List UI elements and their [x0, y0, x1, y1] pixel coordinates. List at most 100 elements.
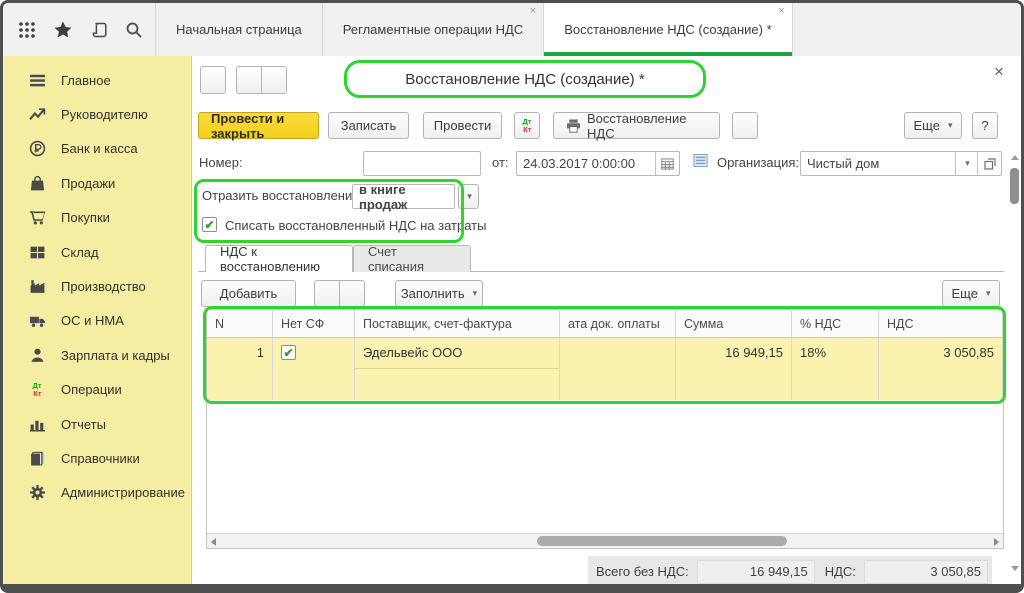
list-icon[interactable] — [693, 153, 708, 168]
chevron-down-icon: ▾ — [473, 288, 478, 299]
sidebar-item-operations[interactable]: ДтКт Операции — [3, 373, 191, 407]
tab-home-page[interactable]: Начальная страница — [155, 3, 322, 56]
print-vat-restore-button[interactable]: Восстановление НДС — [553, 112, 720, 139]
cell-supplier[interactable]: Эдельвейс ООО — [355, 338, 560, 400]
post-button[interactable]: Провести — [423, 112, 502, 139]
open-item-icon[interactable] — [977, 152, 1001, 175]
col-no-invoice[interactable]: Нет СФ — [273, 310, 355, 337]
search-icon[interactable] — [125, 20, 143, 40]
sidebar-item-manager[interactable]: Руководителю — [3, 97, 191, 131]
calendar-icon[interactable] — [655, 152, 679, 175]
col-supplier[interactable]: Поставщик, счет-фактура — [355, 310, 560, 337]
menu-lines-icon — [28, 71, 46, 89]
close-form-icon[interactable]: × — [994, 62, 1004, 82]
menu-grid-icon[interactable] — [18, 20, 36, 40]
total-vat-label: НДС: — [825, 564, 856, 579]
close-tab-icon[interactable]: × — [778, 6, 784, 17]
sidebar-item-label: Покупки — [61, 210, 110, 225]
sidebar-item-sales[interactable]: Продажи — [3, 166, 191, 200]
cell-vat[interactable]: 3 050,85 — [879, 338, 1003, 400]
report-document-button[interactable] — [732, 112, 758, 139]
toolbar-more-button[interactable]: Еще▾ — [904, 112, 962, 139]
write-button[interactable]: Записать — [328, 112, 409, 139]
totals-bar: Всего без НДС: 16 949,15 НДС: 3 050,85 — [588, 556, 992, 585]
scroll-right-icon[interactable] — [994, 538, 999, 546]
move-row-down-button[interactable] — [339, 280, 365, 307]
horizontal-scroll-thumb[interactable] — [537, 536, 787, 546]
gear-icon — [28, 484, 46, 502]
tab-vat-restore[interactable]: Восстановление НДС (создание) * × — [543, 3, 792, 56]
close-tab-icon[interactable]: × — [530, 6, 536, 17]
col-amount[interactable]: Сумма — [676, 310, 792, 337]
sidebar-item-production[interactable]: Производство — [3, 269, 191, 303]
dtkt-postings-button[interactable]: ДтКт — [514, 112, 540, 139]
check-icon: ✔ — [204, 219, 214, 231]
col-payment-doc-date[interactable]: ата док. оплаты — [560, 310, 676, 337]
history-icon[interactable] — [90, 20, 108, 40]
total-without-vat-label: Всего без НДС: — [596, 564, 689, 579]
chevron-down-icon: ▾ — [467, 191, 472, 202]
sidebar-item-main[interactable]: Главное — [3, 63, 191, 97]
home-button[interactable] — [200, 66, 226, 94]
tab-vat-regulated-operations[interactable]: Регламентные операции НДС × — [322, 3, 543, 56]
tab-label: Восстановление НДС (создание) * — [564, 22, 771, 37]
col-vat-rate[interactable]: % НДС — [792, 310, 879, 337]
printer-icon — [566, 119, 581, 133]
tab-vat-to-restore[interactable]: НДС к восстановлению — [205, 245, 353, 272]
table-more-button[interactable]: Еще▾ — [942, 280, 1000, 307]
sidebar-item-purchases[interactable]: Покупки — [3, 201, 191, 235]
service-icons — [3, 3, 155, 56]
table-header: N Нет СФ Поставщик, счет-фактура ата док… — [207, 310, 1003, 338]
forward-button[interactable] — [261, 66, 287, 94]
add-row-button[interactable]: Добавить — [201, 280, 296, 307]
tab-writeoff-account[interactable]: Счет списания — [353, 245, 471, 272]
col-n[interactable]: N — [207, 310, 273, 337]
table-row[interactable]: 1 ✔ Эдельвейс ООО 16 949,15 18% 3 050,85 — [207, 338, 1003, 400]
writeoff-vat-checkbox[interactable]: ✔ — [202, 217, 217, 232]
fill-button[interactable]: Заполнить▾ — [395, 280, 483, 307]
cell-payment-doc-date[interactable] — [560, 338, 676, 400]
scroll-up-icon[interactable] — [1008, 150, 1021, 165]
sidebar-item-reports[interactable]: Отчеты — [3, 407, 191, 441]
vertical-scroll-thumb[interactable] — [1010, 168, 1019, 204]
sidebar-item-bank-cash[interactable]: Банк и касса — [3, 132, 191, 166]
scroll-left-icon[interactable] — [211, 538, 216, 546]
sidebar-item-label: Руководителю — [61, 107, 148, 122]
sidebar-item-administration[interactable]: Администрирование — [3, 476, 191, 510]
cell-no-invoice[interactable]: ✔ — [273, 338, 355, 400]
total-without-vat-value: 16 949,15 — [697, 560, 815, 584]
chevron-down-icon: ▾ — [948, 120, 953, 131]
horizontal-scrollbar[interactable] — [207, 533, 1003, 548]
move-row-up-button[interactable] — [314, 280, 340, 307]
sidebar-item-fixed-assets[interactable]: ОС и НМА — [3, 304, 191, 338]
boxes-grid-icon — [28, 243, 46, 261]
back-button[interactable] — [236, 66, 262, 94]
col-vat[interactable]: НДС — [879, 310, 1003, 337]
sidebar-item-catalogs[interactable]: Справочники — [3, 441, 191, 475]
cell-n[interactable]: 1 — [207, 338, 273, 400]
restore-reflect-combo[interactable]: в книге продаж — [352, 184, 455, 209]
check-icon: ✔ — [283, 347, 293, 359]
section-sidebar: Главное Руководителю Банк и касса Продаж… — [3, 56, 191, 584]
help-button[interactable]: ? — [972, 112, 998, 139]
sidebar-item-warehouse[interactable]: Склад — [3, 235, 191, 269]
number-input[interactable] — [363, 151, 481, 176]
cell-amount[interactable]: 16 949,15 — [676, 338, 792, 400]
bag-icon — [28, 174, 46, 192]
sidebar-item-payroll-hr[interactable]: Зарплата и кадры — [3, 338, 191, 372]
scroll-down-icon[interactable] — [1008, 561, 1021, 576]
date-label: от: — [492, 155, 509, 170]
restore-reflect-dropdown-button[interactable]: ▾ — [458, 184, 479, 209]
cell-vat-rate[interactable]: 18% — [792, 338, 879, 400]
form-vat-restore: × Восстановление НДС (создание) * Провес… — [191, 56, 1021, 584]
sidebar-item-label: Зарплата и кадры — [61, 348, 170, 363]
organization-combo[interactable]: Чистый дом ▾ — [800, 151, 1002, 176]
date-input[interactable]: 24.03.2017 0:00:00 — [516, 151, 680, 176]
sidebar-item-label: Отчеты — [61, 417, 106, 432]
person-icon — [28, 346, 46, 364]
organization-label: Организация: — [717, 155, 799, 170]
post-and-close-button[interactable]: Провести и закрыть — [198, 112, 319, 139]
no-invoice-checkbox[interactable]: ✔ — [281, 345, 296, 360]
chevron-down-icon[interactable]: ▾ — [955, 152, 977, 175]
favorites-star-icon[interactable] — [53, 20, 73, 40]
